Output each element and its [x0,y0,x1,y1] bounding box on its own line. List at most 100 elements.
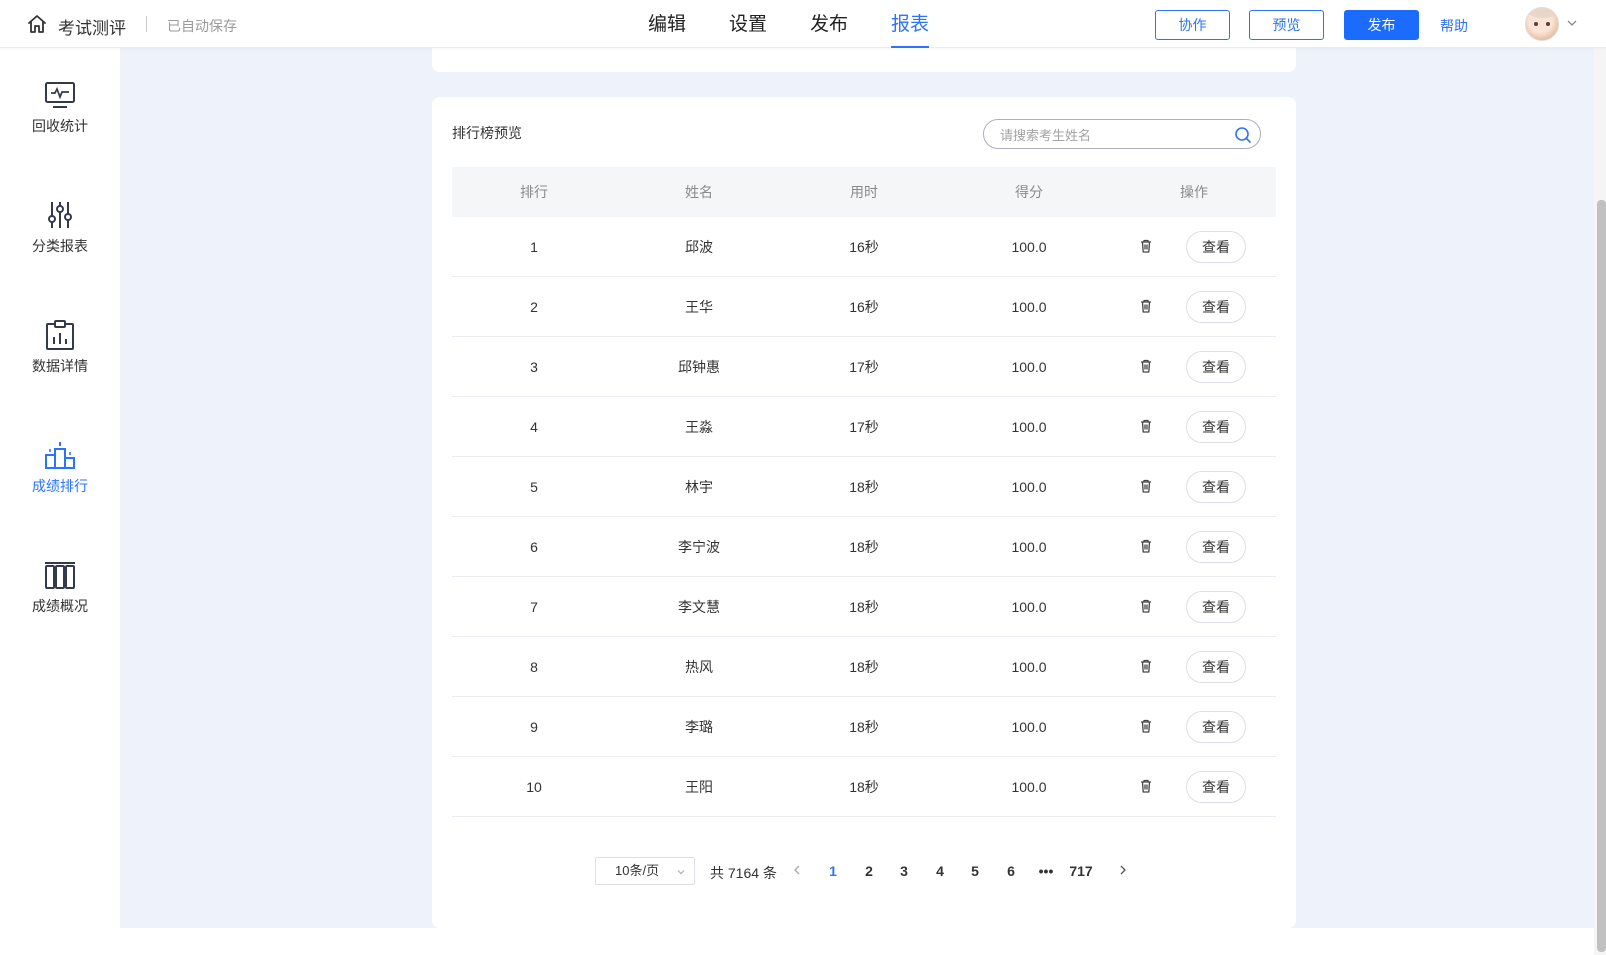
cell-rank: 8 [530,659,538,675]
trash-icon[interactable] [1138,538,1154,554]
cell-rank: 6 [530,539,538,555]
table-row: 9 李璐 18秒 100.0 查看 [452,697,1276,757]
trash-icon[interactable] [1138,598,1154,614]
cell-name: 热风 [685,659,713,675]
autosave-status: 已自动保存 [167,18,237,34]
table-row: 8 热风 18秒 100.0 查看 [452,637,1276,697]
trash-icon[interactable] [1138,658,1154,674]
cell-score: 100.0 [1011,239,1047,255]
home-icon[interactable] [26,13,48,35]
ranking-title: 排行榜预览 [452,125,522,141]
page-size-select[interactable]: 10条/页 [595,857,695,885]
help-link[interactable]: 帮助 [1440,16,1468,36]
search-input[interactable] [1000,125,1225,145]
bars-overview-icon [45,562,75,589]
tab-3[interactable]: 报表 [891,0,930,48]
sidebar-item-score-overview[interactable]: 成绩概况 [0,560,120,640]
cell-score: 100.0 [1011,599,1047,615]
trash-icon[interactable] [1138,478,1154,494]
cell-score: 100.0 [1011,539,1047,555]
cell-name: 王华 [685,299,713,315]
sidebar-item-label: 分类报表 [32,238,88,254]
tab-0[interactable]: 编辑 [648,0,686,48]
search-box [983,119,1261,149]
tab-2[interactable]: 发布 [810,0,848,48]
preview-button[interactable]: 预览 [1249,10,1324,40]
sidebar-item-score-ranking[interactable]: 成绩排行 [0,440,120,520]
sliders-icon [48,202,72,228]
view-button[interactable]: 查看 [1186,411,1246,443]
sidebar-item-label: 回收统计 [32,118,88,134]
cell-name: 李宁波 [678,539,720,555]
view-button[interactable]: 查看 [1186,591,1246,623]
chevron-down-icon [677,870,685,875]
avatar[interactable] [1525,7,1559,41]
page-number[interactable]: 1 [829,863,837,879]
chevron-left-icon[interactable] [791,864,803,876]
sidebar-item-label: 成绩概况 [32,598,88,614]
sidebar-item-recovery-stats[interactable]: 回收统计 [0,80,120,160]
trash-icon[interactable] [1138,718,1154,734]
cell-score: 100.0 [1011,719,1047,735]
trash-icon[interactable] [1138,358,1154,374]
tab-1[interactable]: 设置 [729,0,767,48]
page-ellipsis[interactable]: ••• [1039,863,1054,879]
previous-card-bottom [432,48,1296,72]
sidebar-item-category-report[interactable]: 分类报表 [0,200,120,280]
trash-icon[interactable] [1138,778,1154,794]
chevron-down-icon[interactable] [1566,17,1578,29]
cell-time: 18秒 [849,719,879,735]
cell-rank: 3 [530,359,538,375]
sidebar-item-data-details[interactable]: 数据详情 [0,320,120,400]
cell-rank: 10 [526,779,542,795]
collaborate-button[interactable]: 协作 [1155,10,1230,40]
page-number[interactable]: 2 [865,863,873,879]
column-header-rank: 排行 [520,184,548,200]
cell-time: 17秒 [849,419,879,435]
cell-rank: 4 [530,419,538,435]
trash-icon[interactable] [1138,418,1154,434]
table-row: 4 王淼 17秒 100.0 查看 [452,397,1276,457]
view-button[interactable]: 查看 [1186,231,1246,263]
podium-icon [45,442,75,469]
cell-score: 100.0 [1011,479,1047,495]
view-button[interactable]: 查看 [1186,291,1246,323]
page-number[interactable]: 3 [900,863,908,879]
view-button[interactable]: 查看 [1186,771,1246,803]
cell-name: 林宇 [685,479,713,495]
sidebar-item-label: 数据详情 [32,358,88,374]
page-number[interactable]: 717 [1069,863,1092,879]
cell-score: 100.0 [1011,359,1047,375]
table-row: 7 李文慧 18秒 100.0 查看 [452,577,1276,637]
scrollbar-thumb[interactable] [1597,200,1606,952]
search-icon[interactable] [1234,126,1252,144]
view-button[interactable]: 查看 [1186,531,1246,563]
table-row: 3 邱钟惠 17秒 100.0 查看 [452,337,1276,397]
cell-time: 16秒 [849,239,879,255]
sidebar-item-label: 成绩排行 [32,478,88,494]
trash-icon[interactable] [1138,298,1154,314]
publish-button[interactable]: 发布 [1344,10,1419,40]
cell-time: 18秒 [849,479,879,495]
chevron-right-icon[interactable] [1117,864,1129,876]
cell-score: 100.0 [1011,419,1047,435]
cell-rank: 1 [530,239,538,255]
cell-time: 18秒 [849,539,879,555]
table-row: 1 邱波 16秒 100.0 查看 [452,217,1276,277]
view-button[interactable]: 查看 [1186,351,1246,383]
page-number[interactable]: 6 [1007,863,1015,879]
cell-rank: 5 [530,479,538,495]
cell-time: 18秒 [849,659,879,675]
view-button[interactable]: 查看 [1186,471,1246,503]
column-header-actions: 操作 [1180,184,1208,200]
header-divider [146,16,147,32]
trash-icon[interactable] [1138,238,1154,254]
view-button[interactable]: 查看 [1186,711,1246,743]
view-button[interactable]: 查看 [1186,651,1246,683]
page-number[interactable]: 5 [971,863,979,879]
column-header-score: 得分 [1015,184,1043,200]
sidebar: 回收统计 分类报表 数据详情 成绩排行 成绩概况 [0,48,120,928]
page-number[interactable]: 4 [936,863,944,879]
cell-score: 100.0 [1011,659,1047,675]
cell-name: 李璐 [685,719,713,735]
